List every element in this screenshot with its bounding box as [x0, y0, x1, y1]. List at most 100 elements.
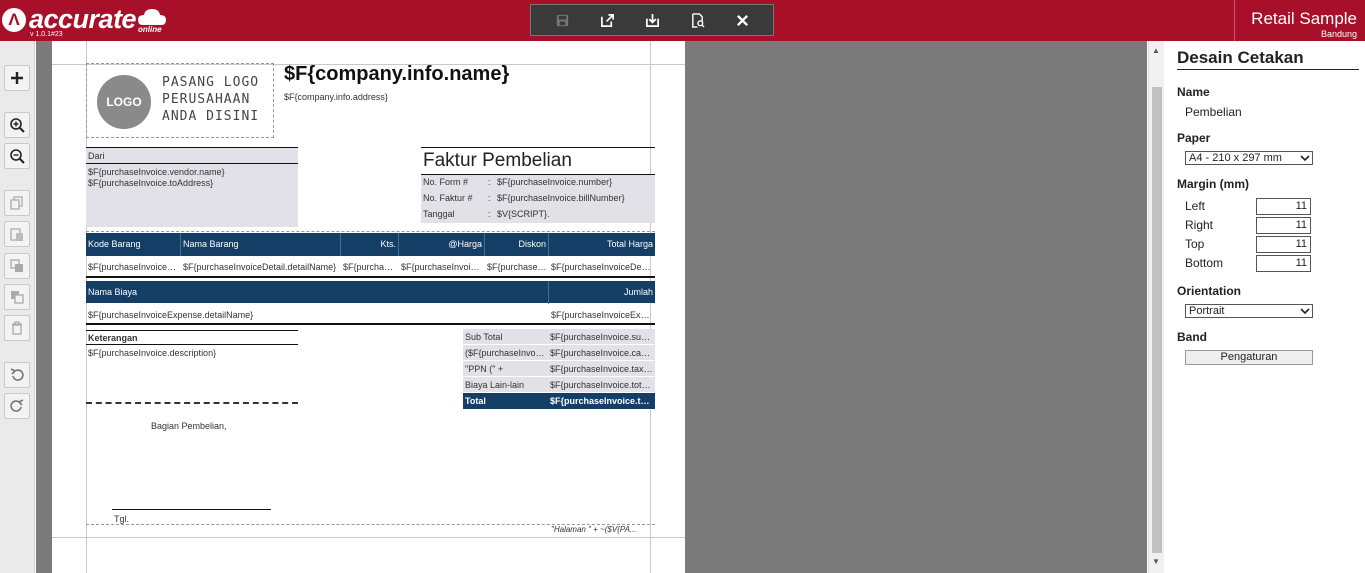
notes-label[interactable]: Keterangan	[86, 330, 298, 345]
margin-bottom-label: Bottom	[1185, 256, 1224, 270]
store-info[interactable]: Retail Sample Bandung	[1234, 0, 1365, 41]
table-cell[interactable]: $F{purchaseInvoiceDetail.detailName}	[183, 262, 338, 272]
undo-button[interactable]	[4, 362, 30, 388]
zoom-in-button[interactable]	[4, 112, 30, 138]
detail-table-header[interactable]: Kode Barang Nama Barang Kts. @Harga Disk…	[86, 233, 655, 256]
page-number-field[interactable]: "Halaman " + ~($V{PA...	[551, 525, 637, 534]
margin-top-label: Top	[1185, 237, 1205, 251]
company-name-field[interactable]: $F{company.info.name}	[284, 63, 509, 86]
expense-table-header[interactable]: Nama Biaya Jumlah	[86, 281, 655, 304]
scroll-up-arrow-icon[interactable]: ▲	[1152, 46, 1160, 55]
orientation-select[interactable]: Portrait	[1185, 304, 1313, 318]
add-element-button[interactable]	[4, 65, 30, 91]
vertical-scrollbar[interactable]: ▲ ▼	[1148, 41, 1164, 573]
margin-right-label: Right	[1185, 218, 1214, 232]
margin-bottom-input[interactable]: 11	[1256, 255, 1311, 272]
redo-icon	[10, 399, 24, 412]
summary-value: $F{purchaseInvoice.subTotal}	[550, 332, 653, 342]
summary-value: $F{purchaseInvoice.totalExpense}	[550, 380, 653, 390]
margin-right-input[interactable]: 11	[1256, 217, 1311, 234]
invoice-title-block[interactable]: Faktur Pembelian No. Form # : $F{purchas…	[421, 147, 655, 223]
signature-line[interactable]	[112, 509, 271, 510]
margin-top-input[interactable]: 11	[1256, 236, 1311, 253]
notes-field[interactable]: $F{purchaseInvoice.description}	[88, 348, 216, 358]
vendor-name-field[interactable]: $F{purchaseInvoice.vendor.name}	[88, 167, 225, 177]
scroll-thumb[interactable]	[1152, 87, 1162, 553]
signature-date[interactable]: Tgl.	[114, 514, 129, 524]
company-address-field[interactable]: $F{company.info.address}	[284, 92, 388, 102]
vendor-block[interactable]: Dari $F{purchaseInvoice.vendor.name} $F{…	[86, 147, 298, 227]
column-header[interactable]: Jumlah	[549, 281, 655, 304]
save-button[interactable]	[553, 11, 571, 29]
chevron-down-icon	[1300, 155, 1310, 162]
send-back-button[interactable]	[4, 284, 30, 310]
copy-icon	[10, 196, 23, 210]
summary-value: $F{purchaseInvoice.cashDiscount}	[550, 348, 653, 358]
margin-right-row: Right 11	[1185, 217, 1311, 234]
total-value: $F{purchaseInvoice.totalAmount}	[550, 396, 653, 406]
top-bar: Λ accurate online v 1.0.1#23 Retail Samp…	[0, 0, 1365, 41]
expense-table-row[interactable]: $F{purchaseInvoiceExpense.detailName} $F…	[86, 305, 655, 325]
meta-label: Tanggal	[423, 209, 455, 219]
summary-row[interactable]: Biaya Lain-lain $F{purchaseInvoice.total…	[463, 377, 655, 393]
table-cell[interactable]: $F{purchaseInvoiceDetail.quantity}	[343, 262, 397, 272]
summary-row[interactable]: ($F{purchaseInvoice.cashDiscPercent} $F{…	[463, 345, 655, 361]
redo-button[interactable]	[4, 393, 30, 419]
column-header[interactable]: Total Harga	[549, 233, 655, 256]
meta-separator: :	[488, 177, 491, 187]
logo-instructions: PASANG LOGO PERUSAHAAN ANDA DISINI	[162, 74, 259, 125]
paste-icon	[10, 228, 23, 241]
paper-select[interactable]: A4 - 210 x 297 mm	[1185, 151, 1313, 165]
name-value[interactable]: Pembelian	[1185, 105, 1242, 119]
preview-button[interactable]	[688, 11, 706, 29]
summary-label: Sub Total	[465, 332, 503, 342]
orientation-selected: Portrait	[1189, 305, 1225, 317]
summary-label: "PPN (" +	[465, 364, 504, 374]
scroll-down-arrow-icon[interactable]: ▼	[1152, 557, 1160, 566]
table-cell[interactable]: $F{purchaseInvoiceDetail.item.no}	[88, 262, 178, 272]
from-label: Dari	[88, 151, 105, 161]
vendor-address-field[interactable]: $F{purchaseInvoice.toAddress}	[88, 178, 213, 188]
export-icon	[600, 13, 614, 27]
zoom-out-button[interactable]	[4, 143, 30, 169]
chevron-down-icon	[1300, 308, 1310, 315]
copy-button[interactable]	[4, 190, 30, 216]
paste-button[interactable]	[4, 221, 30, 247]
margin-left-input[interactable]: 11	[1256, 198, 1311, 215]
cloud-icon	[138, 9, 166, 25]
properties-panel: Desain Cetakan Name Pembelian Paper A4 -…	[1165, 41, 1365, 573]
download-button[interactable]	[643, 11, 661, 29]
column-header[interactable]: Nama Biaya	[86, 281, 549, 304]
column-header[interactable]: Kode Barang	[86, 233, 181, 256]
report-page[interactable]: LOGO PASANG LOGO PERUSAHAAN ANDA DISINI …	[52, 41, 685, 573]
signature-label[interactable]: Bagian Pembelian,	[151, 421, 227, 431]
table-cell[interactable]: $F{purchaseInvoiceExpense.detailName}	[88, 310, 543, 320]
name-label: Name	[1177, 85, 1210, 99]
column-header[interactable]: @Harga	[399, 233, 485, 256]
column-header[interactable]: Diskon	[485, 233, 549, 256]
band-settings-button[interactable]: Pengaturan	[1185, 350, 1313, 365]
invoice-title[interactable]: Faktur Pembelian	[423, 150, 572, 172]
meta-value: $F{purchaseInvoice.number}	[497, 177, 613, 187]
close-button[interactable]	[733, 11, 751, 29]
summary-label: ($F{purchaseInvoice.cashDiscPercent}	[465, 348, 545, 358]
meta-label: No. Form #	[423, 177, 469, 187]
column-header[interactable]: Kts.	[341, 233, 399, 256]
detail-table-row[interactable]: $F{purchaseInvoiceDetail.item.no} $F{pur…	[86, 257, 655, 278]
table-cell[interactable]: $F{purchaseInvoiceDetail.unitPrice}	[401, 262, 483, 272]
export-button[interactable]	[598, 11, 616, 29]
bring-front-button[interactable]	[4, 253, 30, 279]
table-cell[interactable]: $F{purchaseInvoiceExpense.amount}	[551, 310, 653, 320]
summary-block[interactable]: Sub Total $F{purchaseInvoice.subTotal} (…	[463, 329, 655, 410]
summary-row[interactable]: Sub Total $F{purchaseInvoice.subTotal}	[463, 329, 655, 345]
column-header[interactable]: Nama Barang	[181, 233, 341, 256]
table-cell[interactable]: $F{purchaseInvoiceDetail.totalPrice}	[551, 262, 653, 272]
table-cell[interactable]: $F{purchaseInvoiceDetail.discount}	[487, 262, 547, 272]
summary-total-row[interactable]: Total $F{purchaseInvoice.totalAmount}	[463, 393, 655, 410]
margin-top-row: Top 11	[1185, 236, 1311, 253]
logo-placeholder[interactable]: LOGO PASANG LOGO PERUSAHAAN ANDA DISINI	[86, 63, 274, 138]
delete-button[interactable]	[4, 315, 30, 341]
meta-value: $F{purchaseInvoice.billNumber}	[497, 193, 625, 203]
summary-label: Biaya Lain-lain	[465, 380, 525, 390]
summary-row[interactable]: "PPN (" + $F{purchaseInvoice.tax1Amount}	[463, 361, 655, 377]
